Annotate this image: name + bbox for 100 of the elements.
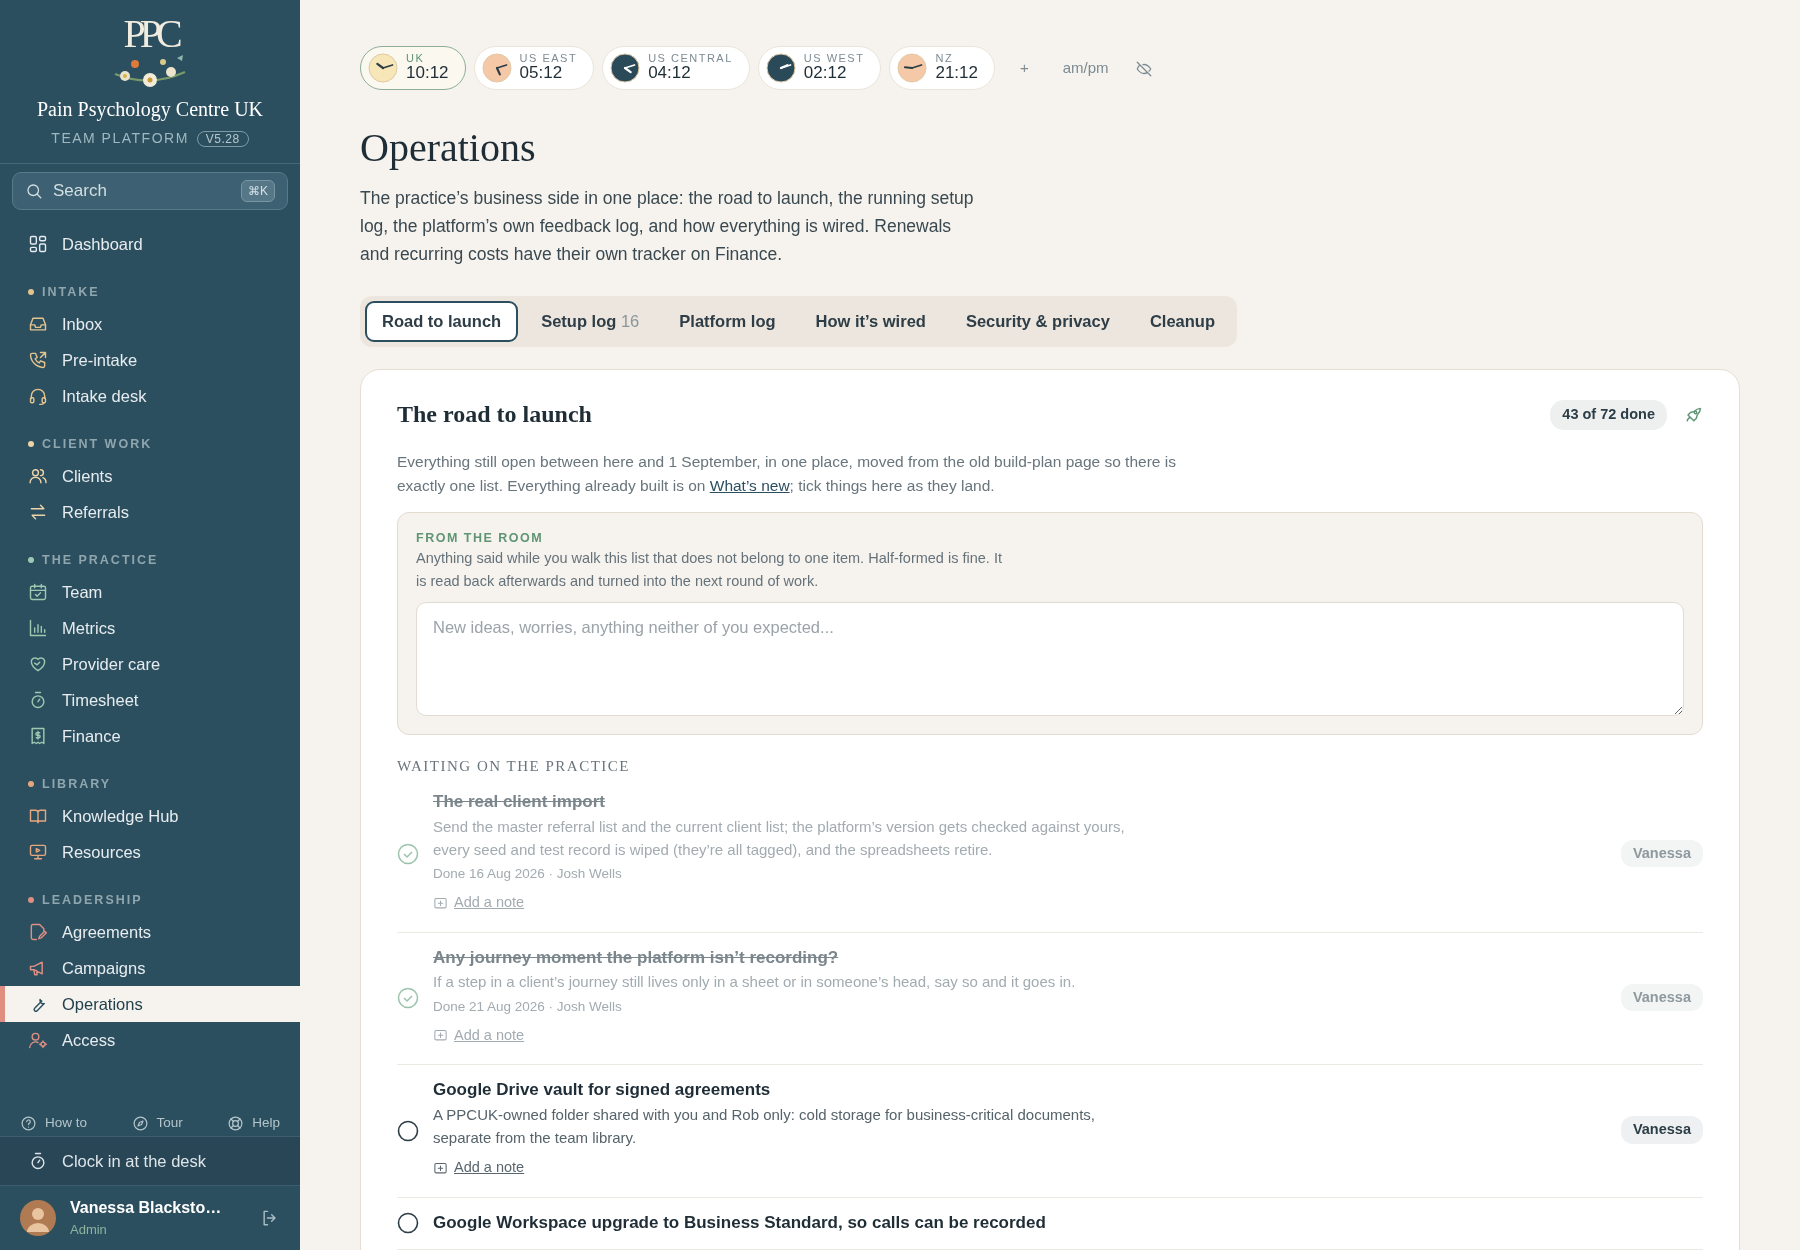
sidebar-item[interactable]: Metrics	[0, 610, 300, 646]
page-title: Operations	[360, 124, 537, 172]
inbox-icon	[28, 314, 48, 334]
checked-circle-icon[interactable]	[397, 987, 419, 1010]
time-zone-chip[interactable]: NZ 21:12	[889, 46, 995, 90]
card-intro: Everything still open between here and 1 September, in one place, moved from the old build-plan page so there is exactly one list. Everything already built is on What’s new; tick things here as they land.	[397, 451, 1177, 496]
tab[interactable]: How it’s wired	[798, 301, 943, 342]
add-note-link[interactable]: Add a note	[433, 1157, 525, 1179]
sidebar-item[interactable]: Resources	[0, 834, 300, 870]
monitor-icon	[28, 842, 48, 862]
task-description: If a step in a client’s journey still lives only in a sheet or in someone’s head, say so and it goes in.	[433, 972, 1077, 993]
clock-icon	[610, 53, 641, 83]
user-name: Vanessa Blacksto…	[70, 1198, 223, 1219]
calendar-icon	[28, 582, 48, 602]
task-description: A PPCUK-owned folder shared with you and Rob only: cold storage for business-critical documents, separate from the team library.	[433, 1104, 1096, 1148]
tab[interactable]: Setup log 16	[524, 301, 657, 342]
document-icon	[28, 922, 48, 942]
zone-label: NZ	[935, 53, 955, 65]
section-heading: WAITING ON THE PRACTICE	[397, 756, 631, 776]
people-icon	[28, 466, 48, 486]
note-icon	[433, 1160, 448, 1176]
task-meta: Done 16 Aug 2026 · Josh Wells	[433, 865, 623, 884]
task-description: Send the master referral list and the current client list; the platform’s version gets checked against yours, every seed and test record is wiped (they’re all tagged), and the spreadsheets retire.	[433, 816, 1126, 860]
checkbox-circle[interactable]	[397, 1119, 419, 1142]
user-gear-icon	[28, 1030, 48, 1050]
progress-badge: 43 of 72 done	[1550, 399, 1667, 430]
clock-icon	[368, 53, 398, 83]
sidebar-item[interactable]: Team	[0, 574, 300, 610]
sidebar-item[interactable]: Agreements	[0, 914, 300, 950]
search-icon	[25, 182, 43, 200]
zone-time: 05:12	[519, 64, 564, 83]
sidebar-item[interactable]: Campaigns	[0, 950, 300, 986]
group-heading: LIBRARY	[42, 775, 112, 793]
panel-label: FROM THE ROOM	[416, 529, 545, 547]
clock-icon	[897, 53, 928, 83]
page-intro: The practice’s business side in one place: the road to launch, the running setup log, the platform’s own feedback log, and how everything is wired. Renewals and recurring costs have their own tracker on Finance.	[360, 187, 975, 266]
book-icon	[28, 806, 48, 826]
zone-time: 04:12	[648, 64, 692, 83]
footer-link[interactable]: How to	[20, 1112, 88, 1134]
task-title: Any journey moment the platform isn’t recording?	[433, 946, 840, 969]
sidebar-item[interactable]: Provider care	[0, 646, 300, 682]
assignee-badge: Vanessa	[1620, 983, 1703, 1012]
sidebar-item[interactable]: Intake desk	[0, 378, 300, 414]
sidebar-item[interactable]: Clients	[0, 458, 300, 494]
zone-time: 02:12	[803, 64, 848, 83]
headset-icon	[28, 386, 48, 406]
time-zone-chip[interactable]: US EAST 05:12	[473, 46, 595, 90]
sidebar-item[interactable]: Timesheet	[0, 682, 300, 718]
tab[interactable]: Cleanup	[1132, 301, 1232, 342]
assignee-badge: Vanessa	[1620, 1115, 1703, 1144]
sidebar-item[interactable]: Operations	[0, 986, 300, 1022]
note-icon	[433, 1028, 448, 1044]
clock-in-button[interactable]: Clock in at the desk	[0, 1136, 300, 1186]
avatar	[20, 1200, 56, 1236]
search-field[interactable]: Search ⌘K	[12, 172, 288, 210]
clock-icon	[481, 53, 512, 83]
sidebar-item[interactable]: Finance	[0, 718, 300, 754]
zone-label: UK	[406, 53, 426, 65]
receipt-icon	[28, 726, 48, 746]
sidebar-item[interactable]: Knowledge Hub	[0, 798, 300, 834]
group-heading: LEADERSHIP	[42, 891, 143, 909]
time-zone-chip[interactable]: US WEST 02:12	[757, 46, 882, 90]
eye-off-icon	[1134, 59, 1153, 78]
zone-label: US CENTRAL	[648, 53, 733, 65]
brand-name: Pain Psychology Centre UK	[35, 97, 265, 123]
grid-icon	[28, 234, 48, 254]
bar-chart-icon	[28, 618, 48, 638]
task-title: Google Workspace upgrade to Business Standard, so calls can be recorded	[433, 1211, 1047, 1234]
link[interactable]: What’s new	[709, 476, 790, 494]
footer-link[interactable]: Help	[227, 1112, 280, 1134]
tab[interactable]: Road to launch	[365, 301, 519, 342]
footer-link[interactable]: Tour	[131, 1112, 183, 1134]
swap-arrows-icon	[28, 502, 48, 522]
help-icon	[20, 1114, 37, 1132]
shortcut-badge: ⌘K	[241, 180, 275, 202]
sidebar-item[interactable]: Access	[0, 1022, 300, 1058]
phone-icon	[28, 350, 48, 370]
note-icon	[433, 895, 448, 911]
sidebar-item[interactable]: Referrals	[0, 494, 300, 530]
logo-monogram: PPC	[123, 14, 177, 54]
group-heading: THE PRACTICE	[42, 551, 159, 569]
clock-icon	[765, 53, 796, 83]
time-zone-chip[interactable]: UK 10:12	[360, 46, 466, 90]
tab[interactable]: Security & privacy	[948, 301, 1127, 342]
sidebar-item[interactable]: Inbox	[0, 306, 300, 342]
panel-text: Anything said while you walk this list that does not belong to one item. Half-formed is fine. It is read back afterwards and turned into the next round of work.	[416, 549, 1003, 592]
card-title: The road to launch	[397, 400, 593, 429]
tab[interactable]: Platform log	[662, 301, 793, 342]
assignee-badge: Vanessa	[1620, 839, 1703, 868]
zone-label: US WEST	[803, 53, 865, 65]
notes-input[interactable]: New ideas, worries, anything neither of you expected...	[416, 601, 1684, 716]
sidebar-item[interactable]: Dashboard	[0, 226, 300, 262]
group-heading: INTAKE	[42, 283, 100, 301]
time-zone-chip[interactable]: US CENTRAL 04:12	[602, 46, 750, 90]
checkbox-circle[interactable]	[397, 1212, 419, 1235]
task-title: The real client import	[433, 791, 606, 814]
sidebar-item[interactable]: Pre-intake	[0, 342, 300, 378]
user-role: Admin	[70, 1221, 108, 1240]
heart-icon	[28, 654, 48, 674]
checked-circle-icon[interactable]	[397, 843, 419, 866]
